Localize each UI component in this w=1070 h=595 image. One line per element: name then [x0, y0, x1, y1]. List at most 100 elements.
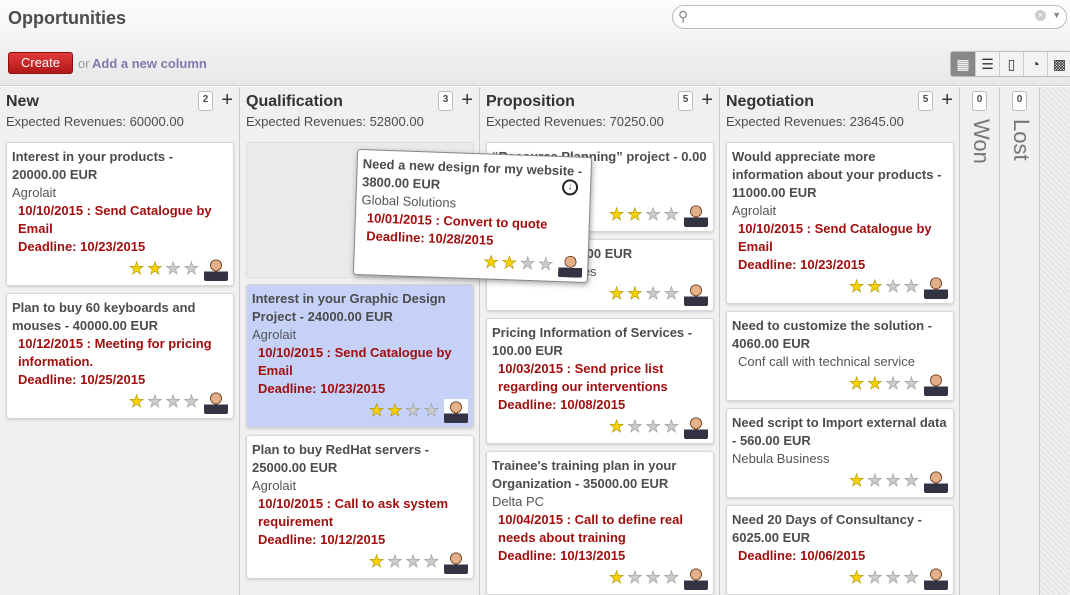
card-title[interactable]: Plan to buy RedHat servers - 25000.00 EU… — [252, 441, 468, 477]
card-activity: 10/04/2015 : Call to define real needs a… — [498, 512, 683, 545]
star-icon[interactable]: ★ — [885, 471, 901, 490]
star-icon[interactable]: ★ — [867, 568, 883, 587]
star-icon[interactable]: ★ — [405, 552, 421, 571]
kanban-card[interactable]: Plan to buy RedHat servers - 25000.00 EU… — [246, 435, 474, 579]
avatar — [684, 415, 708, 439]
add-card-button[interactable]: + — [941, 89, 953, 112]
add-card-button[interactable]: + — [701, 89, 713, 112]
star-icon[interactable]: ★ — [183, 259, 199, 278]
star-icon[interactable]: ★ — [663, 568, 679, 587]
add-column-link[interactable]: Add a new column — [92, 56, 207, 71]
card-activity: 10/10/2015 : Send Catalogue by Email — [738, 221, 932, 254]
kanban-card[interactable]: Would appreciate more information about … — [726, 142, 954, 304]
star-icon[interactable]: ★ — [663, 205, 679, 224]
star-icon[interactable]: ★ — [903, 471, 919, 490]
star-icon[interactable]: ★ — [147, 392, 163, 411]
star-icon[interactable]: ★ — [609, 417, 625, 436]
star-icon[interactable]: ★ — [663, 284, 679, 303]
chevron-down-icon[interactable]: ▼ — [1052, 10, 1061, 20]
card-footer: ★ ★ ★ ★ — [732, 274, 948, 300]
search-input[interactable]: ⚲ × ▼ — [672, 5, 1067, 29]
list-icon[interactable]: ☰ — [975, 52, 999, 76]
star-icon[interactable]: ★ — [645, 205, 661, 224]
card-title[interactable]: Need 20 Days of Consultancy - 6025.00 EU… — [732, 511, 948, 547]
star-icon[interactable]: ★ — [627, 284, 643, 303]
card-company: Delta PC — [492, 494, 545, 509]
card-title[interactable]: Pricing Information of Services - 100.00… — [492, 324, 708, 360]
folded-column-lost[interactable]: 0 Lost — [1000, 87, 1040, 595]
card-title[interactable]: Trainee's training plan in your Organiza… — [492, 457, 708, 493]
star-icon[interactable]: ★ — [519, 253, 536, 273]
graph-icon[interactable]: ◔ — [1023, 52, 1047, 76]
card-title[interactable]: Plan to buy 60 keyboards and mouses - 40… — [12, 299, 228, 335]
kanban-card[interactable]: Need to customize the solution - 4060.00… — [726, 311, 954, 401]
add-card-button[interactable]: + — [461, 89, 473, 112]
card-title[interactable]: Need script to Import external data - 56… — [732, 414, 948, 450]
form-icon[interactable]: ▯ — [999, 52, 1023, 76]
star-icon[interactable]: ★ — [849, 277, 865, 296]
star-icon[interactable]: ★ — [387, 401, 403, 420]
star-icon[interactable]: ★ — [129, 392, 145, 411]
star-icon[interactable]: ★ — [147, 259, 163, 278]
card-title[interactable]: Interest in your products - 20000.00 EUR — [12, 148, 228, 184]
kanban-card[interactable]: Interest in your products - 20000.00 EUR… — [6, 142, 234, 286]
kanban-card[interactable]: Trainee's training plan in your Organiza… — [486, 451, 714, 595]
add-card-button[interactable]: + — [221, 89, 233, 112]
star-icon[interactable]: ★ — [885, 277, 901, 296]
dragging-card[interactable]: Need a new design for my website - 3800.… — [352, 148, 593, 284]
star-icon[interactable]: ★ — [537, 254, 554, 274]
kanban-card[interactable]: Plan to buy 60 keyboards and mouses - 40… — [6, 293, 234, 419]
avatar — [557, 253, 583, 278]
kanban-icon[interactable]: ▦ — [951, 52, 975, 76]
card-activity: 10/03/2015 : Send price list regarding o… — [498, 361, 668, 394]
card-title[interactable]: Interest in your Graphic Design Project … — [252, 290, 468, 326]
star-icon[interactable]: ★ — [501, 253, 518, 273]
star-icon[interactable]: ★ — [867, 277, 883, 296]
kanban-card[interactable]: Need 20 Days of Consultancy - 6025.00 EU… — [726, 505, 954, 595]
star-icon[interactable]: ★ — [867, 471, 883, 490]
star-icon[interactable]: ★ — [405, 401, 421, 420]
star-icon[interactable]: ★ — [183, 392, 199, 411]
star-icon[interactable]: ★ — [609, 568, 625, 587]
star-icon[interactable]: ★ — [627, 417, 643, 436]
star-icon[interactable]: ★ — [885, 568, 901, 587]
star-icon[interactable]: ★ — [645, 284, 661, 303]
star-icon[interactable]: ★ — [369, 401, 385, 420]
card-footer: ★ ★ ★ ★ — [12, 256, 228, 282]
star-icon[interactable]: ★ — [867, 374, 883, 393]
star-icon[interactable]: ★ — [885, 374, 901, 393]
star-icon[interactable]: ★ — [423, 552, 439, 571]
star-icon[interactable]: ★ — [609, 284, 625, 303]
star-icon[interactable]: ★ — [903, 374, 919, 393]
star-icon[interactable]: ★ — [423, 401, 439, 420]
star-icon[interactable]: ★ — [129, 259, 145, 278]
star-icon[interactable]: ★ — [165, 392, 181, 411]
kanban-card[interactable]: Need script to Import external data - 56… — [726, 408, 954, 498]
star-icon[interactable]: ★ — [903, 277, 919, 296]
card-title[interactable]: Would appreciate more information about … — [732, 148, 948, 202]
star-icon[interactable]: ★ — [849, 374, 865, 393]
star-icon[interactable]: ★ — [609, 205, 625, 224]
calendar-icon[interactable]: ▩ — [1047, 52, 1070, 76]
kanban-card[interactable]: Pricing Information of Services - 100.00… — [486, 318, 714, 444]
star-icon[interactable]: ★ — [369, 552, 385, 571]
star-icon[interactable]: ★ — [849, 471, 865, 490]
avatar — [924, 566, 948, 590]
star-icon[interactable]: ★ — [483, 252, 500, 272]
kanban-card[interactable]: Interest in your Graphic Design Project … — [246, 284, 474, 428]
star-icon[interactable]: ★ — [645, 417, 661, 436]
create-button[interactable]: Create — [8, 52, 73, 74]
star-icon[interactable]: ★ — [903, 568, 919, 587]
star-icon[interactable]: ★ — [627, 568, 643, 587]
column-count: 0 — [972, 91, 987, 111]
card-title[interactable]: Need to customize the solution - 4060.00… — [732, 317, 948, 353]
star-icon[interactable]: ★ — [645, 568, 661, 587]
folded-column-won[interactable]: 0 Won — [960, 87, 1000, 595]
star-icon[interactable]: ★ — [165, 259, 181, 278]
star-icon[interactable]: ★ — [387, 552, 403, 571]
star-icon[interactable]: ★ — [627, 205, 643, 224]
star-icon[interactable]: ★ — [663, 417, 679, 436]
clear-icon[interactable]: × — [1035, 10, 1046, 21]
star-icon[interactable]: ★ — [849, 568, 865, 587]
column-revenue: Expected Revenues: 52800.00 — [246, 114, 424, 129]
